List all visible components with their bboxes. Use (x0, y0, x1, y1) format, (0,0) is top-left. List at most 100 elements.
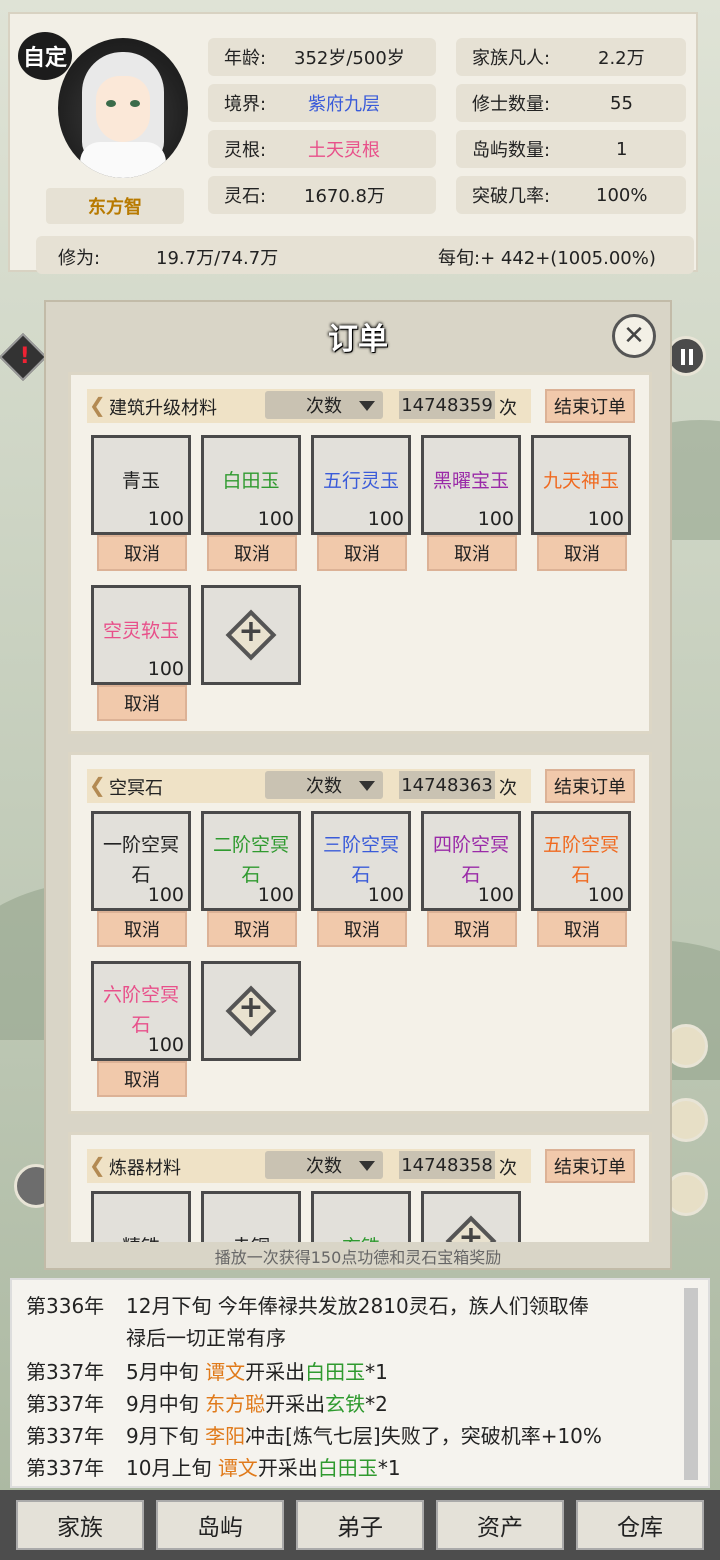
add-item-button[interactable]: + (201, 585, 301, 685)
add-item-button[interactable]: + (201, 961, 301, 1061)
stat-spirit-root-value: 土天灵根 (308, 140, 380, 161)
item-name: 玄铁 (314, 1232, 408, 1242)
end-order-button[interactable]: 结束订单 (545, 769, 635, 803)
character-name: 东方智 (88, 197, 142, 218)
cancel-button[interactable]: 取消 (537, 535, 627, 571)
cancel-button[interactable]: 取消 (97, 911, 187, 947)
order-item-slot[interactable]: 玄铁 (311, 1191, 411, 1242)
cultivation-bar: 修为: 19.7万/74.7万 每旬:+ 442+(1005.00%) (36, 236, 694, 274)
item-name: 精铁 (94, 1232, 188, 1242)
cancel-button[interactable]: 取消 (317, 535, 407, 571)
pause-icon[interactable] (666, 336, 706, 376)
order-card: ❮ 炼器材料 次数 14748358 次 结束订单 精铁 赤铜 玄铁 (68, 1132, 652, 1242)
cancel-button[interactable]: 取消 (317, 911, 407, 947)
order-name: 空冥石 (109, 778, 163, 799)
order-card: ❮ 建筑升级材料 次数 14748359 次 结束订单 青玉 100 取消 白田… (68, 372, 652, 734)
item-name: 五行灵玉 (322, 470, 399, 492)
item-name: 白田玉 (222, 470, 280, 492)
cancel-button[interactable]: 取消 (207, 535, 297, 571)
item-qty: 100 (477, 884, 514, 906)
order-header: ❮ 空冥石 次数 14748363 次 (87, 769, 531, 803)
order-item-slot[interactable]: 赤铜 (201, 1191, 301, 1242)
chevron-left-icon: ❮ (89, 1153, 106, 1177)
log-line: 第337年 9月中旬 东方聪开采出玄铁*2 (26, 1388, 388, 1417)
item-qty: 100 (367, 508, 404, 530)
nav-assets-button[interactable]: 资产 (436, 1500, 564, 1550)
order-list[interactable]: ❮ 建筑升级材料 次数 14748359 次 结束订单 青玉 100 取消 白田… (68, 372, 652, 1242)
chevron-down-icon (359, 781, 375, 791)
log-text: 禄后一切正常有序 (126, 1326, 286, 1350)
cultivation-per-period: 每旬:+ 442+(1005.00%) (438, 248, 656, 269)
item-name: 白田玉 (317, 1456, 378, 1480)
order-item-slot[interactable]: 三阶空冥石 100 (311, 811, 411, 911)
add-item-button[interactable]: + (421, 1191, 521, 1242)
stat-breakthrough: 突破几率: 100% (456, 176, 686, 214)
ad-reward-text[interactable]: 播放一次获得150点功德和灵石宝箱奖励 (44, 1244, 672, 1274)
order-item-slot[interactable]: 四阶空冥石 100 (421, 811, 521, 911)
log-text: 12月下旬 今年俸禄共发放2810灵石，族人们领取俸 (126, 1294, 589, 1318)
avatar[interactable] (58, 38, 188, 178)
order-item-slot[interactable]: 空灵软玉 100 (91, 585, 191, 685)
stat-spirit-root: 灵根: 土天灵根 (208, 130, 436, 168)
item-name: 九天神玉 (542, 470, 619, 492)
mode-dropdown[interactable]: 次数 (265, 1151, 383, 1179)
stat-spirit-root-label: 灵根: (224, 140, 267, 161)
order-item-slot[interactable]: 五阶空冥石 100 (531, 811, 631, 911)
bottom-nav: 家族 岛屿 弟子 资产 仓库 (0, 1490, 720, 1560)
end-order-button[interactable]: 结束订单 (545, 1149, 635, 1183)
nav-warehouse-button[interactable]: 仓库 (576, 1500, 704, 1550)
order-item-slot[interactable]: 一阶空冥石 100 (91, 811, 191, 911)
order-item-slot[interactable]: 六阶空冥石 100 (91, 961, 191, 1061)
log-year: 第337年 (26, 1424, 105, 1448)
stat-islands: 岛屿数量: 1 (456, 130, 686, 168)
nav-family-button[interactable]: 家族 (16, 1500, 144, 1550)
order-item-slot[interactable]: 黑曜宝玉 100 (421, 435, 521, 535)
item-qty: 100 (147, 884, 184, 906)
cancel-button[interactable]: 取消 (207, 911, 297, 947)
log-year: 第337年 (26, 1360, 105, 1384)
stat-spirit-stones-value: 1670.8万 (304, 186, 385, 207)
status-panel: 自定 东方智 年龄: 352岁/500岁 境界: 紫府九层 灵根: 土天灵根 灵… (8, 12, 698, 274)
order-header: ❮ 炼器材料 次数 14748358 次 (87, 1149, 531, 1183)
person-name: 李阳 (205, 1424, 246, 1448)
item-qty: 100 (367, 884, 404, 906)
nav-disciples-button[interactable]: 弟子 (296, 1500, 424, 1550)
stat-islands-label: 岛屿数量: (472, 140, 551, 161)
plus-icon: + (238, 614, 264, 649)
stat-islands-value: 1 (616, 138, 628, 160)
order-item-slot[interactable]: 二阶空冥石 100 (201, 811, 301, 911)
custom-badge[interactable]: 自定 (18, 32, 72, 80)
cancel-button[interactable]: 取消 (97, 685, 187, 721)
order-item-slot[interactable]: 精铁 (91, 1191, 191, 1242)
end-order-button[interactable]: 结束订单 (545, 389, 635, 423)
item-name: 青玉 (121, 470, 160, 492)
stat-realm: 境界: 紫府九层 (208, 84, 436, 122)
cancel-button[interactable]: 取消 (97, 1061, 187, 1097)
stat-realm-value: 紫府九层 (308, 94, 380, 115)
event-log[interactable]: 第336年 12月下旬 今年俸禄共发放2810灵石，族人们领取俸 禄后一切正常有序… (10, 1278, 710, 1488)
order-item-slot[interactable]: 五行灵玉 100 (311, 435, 411, 535)
log-year: 第337年 (26, 1456, 105, 1480)
person-name: 谭文 (205, 1360, 246, 1384)
cancel-button[interactable]: 取消 (537, 911, 627, 947)
stat-mortals-label: 家族凡人: (472, 48, 551, 69)
mode-dropdown[interactable]: 次数 (265, 391, 383, 419)
item-name: 黑曜宝玉 (432, 470, 509, 492)
mode-dropdown[interactable]: 次数 (265, 771, 383, 799)
stat-mortals: 家族凡人: 2.2万 (456, 38, 686, 76)
nav-islands-button[interactable]: 岛屿 (156, 1500, 284, 1550)
cancel-button[interactable]: 取消 (427, 535, 517, 571)
close-icon[interactable]: ✕ (612, 314, 656, 358)
order-count: 14748358 (399, 1151, 495, 1179)
stat-age: 年龄: 352岁/500岁 (208, 38, 436, 76)
order-item-slot[interactable]: 九天神玉 100 (531, 435, 631, 535)
cancel-button[interactable]: 取消 (427, 911, 517, 947)
item-name: 六阶空冥石 (102, 984, 179, 1036)
order-item-slot[interactable]: 青玉 100 (91, 435, 191, 535)
item-name: 五阶空冥石 (542, 834, 619, 886)
log-scrollbar[interactable] (684, 1288, 698, 1480)
item-name: 四阶空冥石 (432, 834, 509, 886)
stat-spirit-stones-label: 灵石: (224, 186, 267, 207)
cancel-button[interactable]: 取消 (97, 535, 187, 571)
order-item-slot[interactable]: 白田玉 100 (201, 435, 301, 535)
